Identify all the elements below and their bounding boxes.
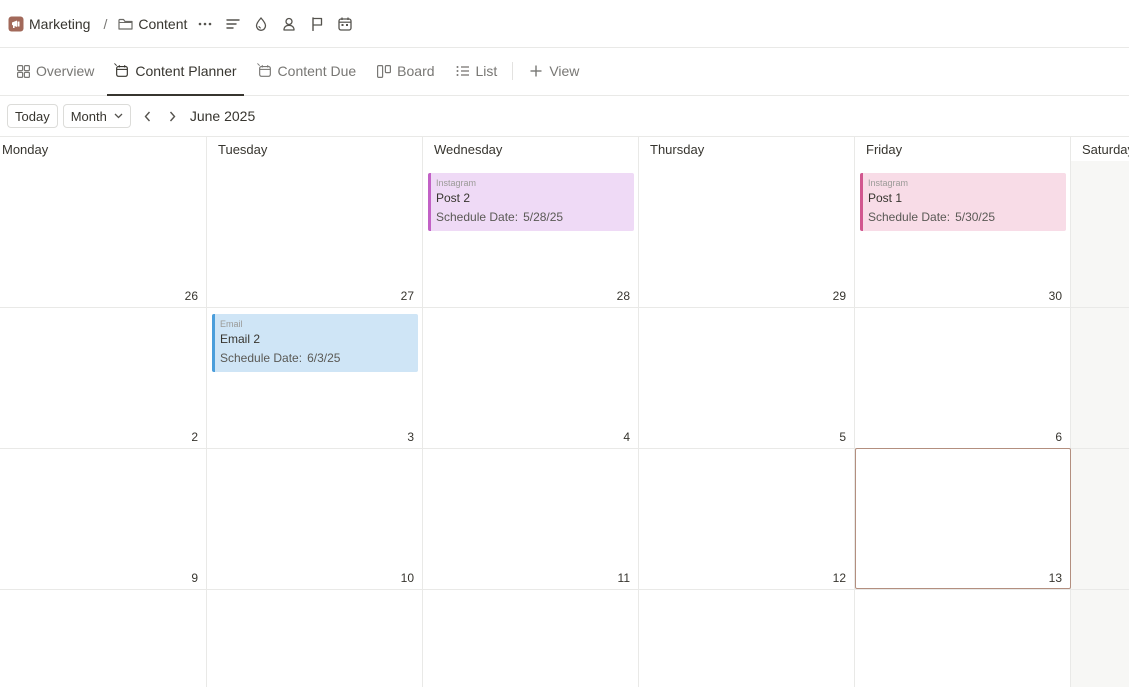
top-bar: Marketing / Content [0,0,1129,48]
tab-list-label: List [475,63,498,79]
day-header-monday: Monday [2,141,49,157]
tab-content-due-label: Content Due [277,63,357,79]
breadcrumb-page-label: Content [138,15,188,32]
day-header-wednesday: Wednesday [434,141,503,157]
calendar-toolbar: Today Month June 2025 [0,96,1129,137]
date-number: 27 [400,289,414,303]
person-icon[interactable] [275,10,303,38]
date-number: 11 [617,571,630,585]
flag-icon[interactable] [303,10,331,38]
tab-board[interactable]: Board [369,47,441,95]
calendar-icon [114,63,130,79]
event-title: Post 1 [868,191,903,205]
date-number: 5 [839,430,846,444]
date-number: 28 [616,289,630,303]
date-number: 30 [1048,289,1062,303]
range-select-label: Month [70,108,107,124]
chevron-right-icon [169,111,176,122]
grid-divider [0,307,1129,308]
event-property-value: 5/28/25 [523,210,564,224]
date-number: 3 [407,430,414,444]
event-category: Instagram [436,178,477,188]
next-month-button[interactable] [161,104,185,128]
prev-month-button[interactable] [136,104,160,128]
event-property-key: Schedule Date: [220,351,303,365]
breadcrumb-workspace-label: Marketing [29,15,91,32]
calendar-icon [256,63,273,79]
grid-divider [422,137,423,687]
chevron-down-icon [114,113,123,119]
calendar-event-card[interactable]: Instagram Post 1 Schedule Date: 5/30/25 [860,173,1066,231]
day-header-saturday: Saturday [1082,141,1129,157]
calendar-event-card[interactable]: Email Email 2 Schedule Date: 6/3/25 [212,314,418,372]
event-title: Email 2 [220,332,261,346]
grid-divider [0,589,1129,590]
gallery-icon [15,63,31,79]
calendar-icon[interactable] [331,10,359,38]
tab-divider [512,62,514,80]
marketing-icon [8,16,24,32]
event-title: Post 2 [436,191,471,205]
grid-divider [854,137,855,687]
date-number: 12 [832,571,846,585]
tab-overview-label: Overview [36,63,95,79]
event-category: Email [220,319,243,329]
chevron-left-icon [144,111,151,122]
month-label: June 2025 [189,108,256,124]
add-view-button[interactable]: View [521,47,586,95]
event-property: Schedule Date: 5/30/25 [868,210,1066,225]
event-property-key: Schedule Date: [868,210,951,224]
tab-overview[interactable]: Overview [8,47,101,95]
folder-icon [117,16,133,32]
tab-content-planner[interactable]: Content Planner [107,47,244,96]
breadcrumb-page[interactable]: Content [117,11,187,37]
plus-icon [528,63,544,79]
date-number: 13 [1048,571,1062,585]
grid-divider [206,137,207,687]
day-header-thursday: Thursday [650,141,705,157]
breadcrumb-workspace[interactable]: Marketing [8,11,90,37]
day-header-friday: Friday [866,141,903,157]
date-number: 29 [832,289,846,303]
event-property-key: Schedule Date: [436,210,519,224]
weekend-column [1071,161,1129,687]
date-number: 6 [1055,430,1062,444]
more-icon[interactable] [191,10,219,38]
event-property: Schedule Date: 6/3/25 [220,351,418,366]
today-button[interactable]: Today [7,104,58,128]
tab-content-due[interactable]: Content Due [250,47,364,95]
range-select[interactable]: Month [62,104,131,128]
event-property: Schedule Date: 5/28/25 [436,210,634,225]
date-number: 9 [191,571,198,585]
view-tabs: Overview Content Planner Content Due Boa… [0,48,1129,96]
add-view-label: View [549,63,580,79]
date-number: 10 [400,571,414,585]
today-cell[interactable] [855,448,1071,589]
calendar-grid: Monday Tuesday Wednesday Thursday Friday… [0,137,1129,687]
grid-divider [638,137,639,687]
properties-icon[interactable] [219,10,247,38]
date-number: 4 [623,430,630,444]
drop-icon[interactable] [247,10,275,38]
event-property-value: 6/3/25 [307,351,341,365]
grid-divider [1070,137,1071,687]
board-icon [376,63,392,79]
breadcrumb-separator: / [103,15,108,32]
tab-list[interactable]: List [448,47,505,95]
day-header-tuesday: Tuesday [218,141,268,157]
list-icon [455,63,471,79]
event-category: Instagram [868,178,909,188]
date-number: 2 [191,430,198,444]
calendar-event-card[interactable]: Instagram Post 2 Schedule Date: 5/28/25 [428,173,634,231]
date-number: 26 [184,289,198,303]
tab-content-planner-label: Content Planner [135,63,237,79]
tab-board-label: Board [397,63,435,79]
event-property-value: 5/30/25 [955,210,996,224]
